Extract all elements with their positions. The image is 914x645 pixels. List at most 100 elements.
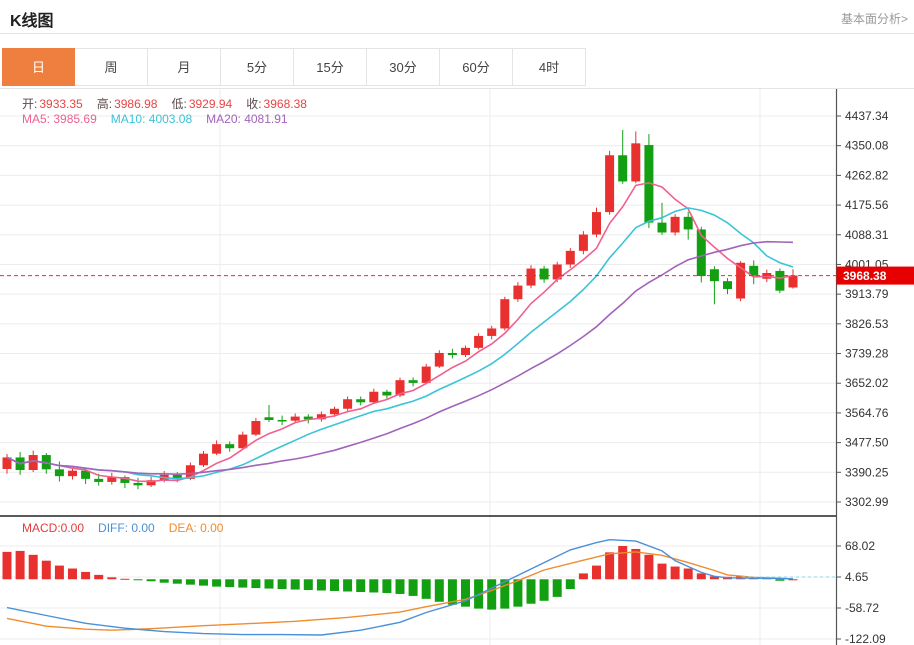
- candle-body: [28, 455, 38, 471]
- close-value: 3968.38: [263, 97, 307, 111]
- tab-60min[interactable]: 60分: [440, 48, 513, 86]
- macd-bar: [683, 568, 693, 580]
- price-axis-label: 4088.31: [845, 228, 889, 242]
- price-axis-label: 4175.56: [845, 198, 889, 212]
- macd-bar: [395, 579, 405, 594]
- candle-body: [618, 155, 628, 182]
- price-axis-label: 3390.25: [845, 465, 889, 479]
- fundamental-analysis-link[interactable]: 基本面分析>: [841, 10, 908, 27]
- macd-bar: [434, 579, 444, 602]
- ma20-legend: MA20: 4081.91: [206, 112, 288, 126]
- price-axis-label: 4350.08: [845, 139, 889, 153]
- candle-body: [683, 216, 693, 230]
- macd-axis-label: 68.02: [845, 539, 875, 553]
- kline-page: K线图 基本面分析> 日 周 月 5分 15分 30分 60分 4时 开: 393…: [0, 0, 914, 645]
- candle-body: [775, 270, 785, 291]
- macd-bar: [277, 579, 287, 590]
- macd-bar: [159, 579, 169, 583]
- dea-value: DEA: 0.00: [168, 521, 224, 535]
- macd-bar: [172, 579, 182, 584]
- macd-bar: [382, 579, 392, 593]
- candle-body: [461, 347, 470, 355]
- candle-body: [592, 212, 601, 235]
- candle-body: [631, 143, 641, 182]
- macd-bar: [212, 579, 222, 587]
- low-value: 3929.94: [188, 97, 233, 111]
- price-axis-label: 3302.99: [845, 495, 889, 509]
- macd-bar: [631, 548, 641, 580]
- candle-body: [723, 281, 732, 289]
- candle-body: [369, 391, 379, 403]
- macd-bar: [605, 552, 615, 580]
- macd-value: MACD:0.00: [22, 521, 85, 535]
- macd-legend: MACD:0.00 DIFF: 0.00 DEA: 0.00: [22, 521, 223, 535]
- current-price-badge-text: 3968.38: [843, 269, 887, 283]
- macd-bar: [316, 579, 326, 591]
- tab-30min[interactable]: 30分: [367, 48, 440, 86]
- macd-bar: [251, 579, 261, 589]
- candle-body: [513, 285, 523, 300]
- macd-bar: [225, 579, 235, 588]
- macd-bar: [513, 579, 523, 607]
- ma10-line: [6, 207, 794, 480]
- candle-body: [500, 299, 510, 329]
- candle-body: [54, 469, 64, 477]
- macd-bar: [657, 563, 667, 580]
- candle-body: [94, 478, 104, 482]
- tab-month[interactable]: 月: [148, 48, 221, 86]
- price-axis-label: 3739.28: [845, 347, 889, 361]
- candle-body: [343, 399, 353, 409]
- price-axis-label: 3652.02: [845, 376, 889, 390]
- macd-bar: [552, 579, 562, 597]
- macd-bar: [696, 573, 706, 580]
- candle-body: [605, 155, 615, 213]
- macd-bar: [369, 579, 379, 593]
- ma20-line: [6, 240, 794, 476]
- macd-bar: [2, 551, 12, 580]
- macd-bar: [94, 574, 104, 580]
- macd-bar: [421, 579, 431, 599]
- candle-body: [421, 366, 431, 383]
- macd-bar: [54, 565, 64, 580]
- close-label: 收:: [246, 97, 262, 111]
- candle-body: [277, 419, 287, 422]
- candle-body: [212, 444, 222, 454]
- open-value: 3933.35: [39, 97, 83, 111]
- tab-5min[interactable]: 5分: [221, 48, 294, 86]
- high-label: 高:: [96, 97, 113, 111]
- candle-body: [68, 470, 77, 477]
- macd-bar: [107, 577, 117, 580]
- macd-bar: [526, 579, 536, 604]
- macd-bar: [487, 579, 497, 610]
- tab-15min[interactable]: 15分: [294, 48, 367, 86]
- macd-bar: [578, 573, 588, 580]
- candle-body: [290, 416, 300, 421]
- tab-week[interactable]: 周: [75, 48, 148, 86]
- ma-legend: MA5: 3985.69 MA10: 4003.08 MA20: 4081.91: [22, 112, 288, 126]
- macd-bar: [41, 560, 51, 580]
- macd-bar: [146, 579, 156, 582]
- price-axis-label: 4437.34: [845, 109, 889, 123]
- macd-bar: [618, 546, 628, 580]
- tab-4hour[interactable]: 4时: [513, 48, 586, 86]
- macd-bar: [670, 566, 680, 580]
- macd-axis-label: -58.72: [845, 601, 879, 615]
- macd-bar: [356, 579, 366, 592]
- candle-body: [434, 352, 444, 367]
- macd-bar: [775, 579, 785, 581]
- candle-body: [526, 268, 536, 286]
- price-axis-label: 3826.53: [845, 317, 889, 331]
- ma10-legend: MA10: 4003.08: [110, 112, 193, 126]
- low-label: 低:: [171, 97, 187, 111]
- price-axis-label: 3477.50: [845, 436, 889, 450]
- ma5-legend: MA5: 3985.69: [22, 112, 97, 126]
- diff-value: DIFF: 0.00: [98, 521, 155, 535]
- candle-body: [133, 482, 143, 486]
- macd-bar: [15, 550, 25, 580]
- page-title: K线图: [10, 13, 54, 30]
- macd-bar: [644, 554, 654, 580]
- tab-day[interactable]: 日: [2, 48, 75, 86]
- macd-bar: [565, 579, 575, 590]
- candle-body: [565, 250, 575, 265]
- macd-bar: [185, 579, 195, 585]
